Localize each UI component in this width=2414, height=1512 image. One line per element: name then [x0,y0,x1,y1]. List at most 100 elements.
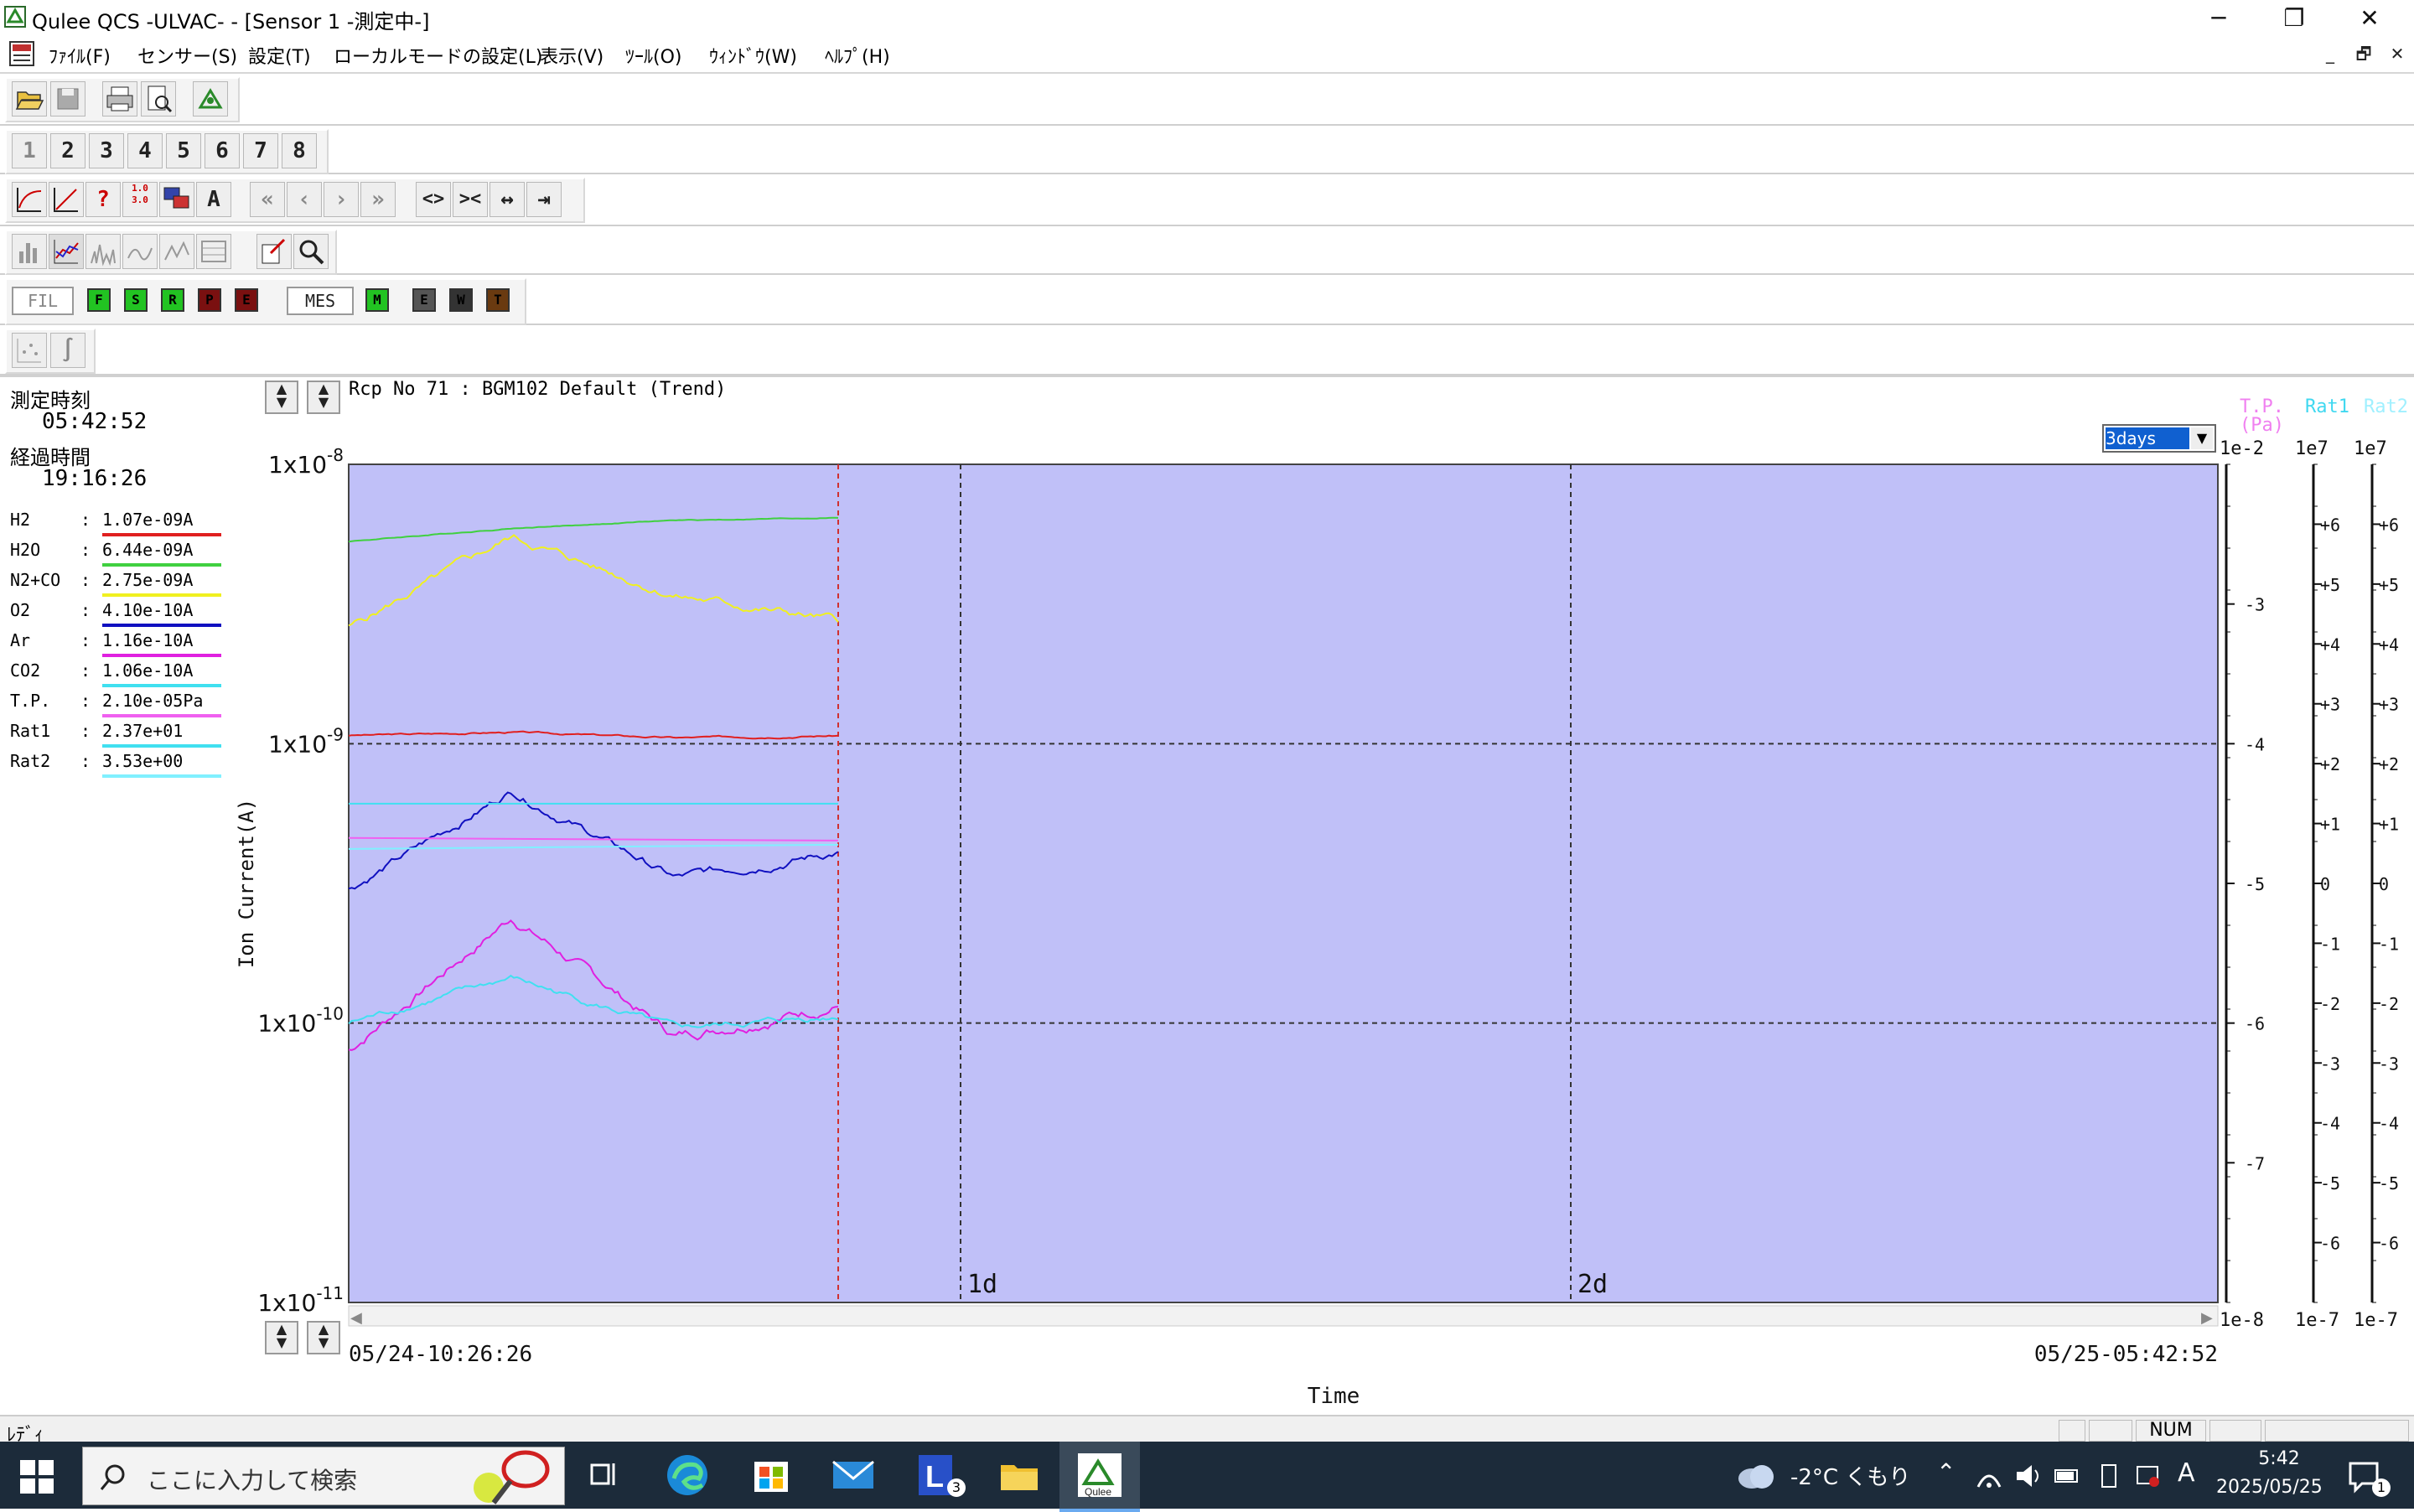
close-button[interactable]: ✕ [2332,0,2407,37]
minimize-button[interactable]: ─ [2181,0,2256,37]
rat1-tick-label: +4 [2320,634,2340,655]
taskbar: ここに入力して検索 L 3 Qulee -2°C くもり ⌃ A 5:42 20… [0,1442,2414,1512]
channel-2-button[interactable]: 2 [50,133,85,168]
channel-8-button[interactable]: 8 [282,133,317,168]
ime-indicator[interactable]: A [2178,1458,2195,1488]
open-button[interactable] [12,81,47,117]
channel-color-line [102,774,221,778]
scroll-end-button[interactable]: ⇥ [526,182,562,217]
bar-plot-button[interactable] [12,234,47,269]
mail-icon[interactable] [828,1450,878,1500]
lamp-w: W [449,288,473,312]
next-page-button[interactable]: › [324,182,359,217]
qulee-task-button[interactable]: Qulee [1059,1442,1140,1512]
channel-name: H2O [10,540,41,560]
trend-plot-button[interactable] [49,234,84,269]
channel-7-button[interactable]: 7 [243,133,278,168]
text-button[interactable]: A [196,182,231,217]
menu-sensor[interactable]: センサー(S) [137,42,237,69]
file-explorer-icon[interactable] [994,1450,1044,1500]
rat1-axis-bottom: 1e-7 [2295,1310,2339,1331]
weather-text[interactable]: -2°C くもり [1790,1460,1910,1491]
3d-plot-button[interactable] [159,234,194,269]
channel-name: CO2 [10,660,41,681]
help-button[interactable]: ? [85,182,121,217]
channel-6-button[interactable]: 6 [205,133,240,168]
menu-view[interactable]: 表示(V) [540,42,604,69]
menu-settings[interactable]: 設定(T) [248,42,311,69]
analog-plot-button[interactable] [122,234,158,269]
search-placeholder: ここに入力して検索 [147,1467,358,1494]
first-page-button[interactable]: « [250,182,285,217]
mdi-minimize-button[interactable]: _ [2318,42,2342,65]
task-view-icon[interactable] [578,1450,629,1500]
last-page-button[interactable]: » [360,182,396,217]
edge-browser-icon[interactable] [662,1450,712,1500]
windows-start-icon[interactable] [20,1460,54,1494]
menu-help[interactable]: ﾍﾙﾌﾟ(H) [825,42,890,69]
clock-time[interactable]: 5:42 [2233,1448,2325,1469]
channel-color-line [102,684,221,687]
menu-file[interactable]: ﾌｧｲﾙ(F) [49,42,111,69]
channel-colon: : [80,510,91,530]
usb-icon[interactable] [2095,1462,2124,1490]
document-icon [9,41,34,66]
mdi-close-button[interactable]: ✕ [2386,42,2409,65]
graph-toolbar: ? 1.0 3.0 A « ‹ › » <> >< ↔ ⇥ [0,174,2414,226]
channel-value: 1.16e-10A [102,630,194,650]
battery-icon[interactable] [2054,1463,2082,1489]
channel-row: T.P.:2.10e-05Pa [10,691,221,717]
spectrum-plot-button[interactable] [85,234,121,269]
linear-axis-button[interactable] [12,182,47,217]
lamp-r: R [161,288,184,312]
rat1-tick-label: -3 [2320,1054,2340,1074]
status-cell-5 [2265,1420,2409,1442]
rat1-tick-label: -6 [2320,1234,2340,1254]
chevron-up-icon[interactable]: ⌃ [1936,1458,1956,1486]
restore-button[interactable]: ❐ [2256,0,2332,37]
print-preview-button[interactable] [141,81,176,117]
save-button[interactable] [50,81,85,117]
zoom-out-x-button[interactable]: >< [453,182,488,217]
channel-name: N2+CO [10,570,61,590]
sensor-button[interactable] [193,81,228,117]
menu-tools[interactable]: ﾂｰﾙ(O) [625,42,681,69]
menu-local-mode[interactable]: ローカルモードの設定(L) [334,42,542,69]
window-tile-button[interactable] [159,182,194,217]
value-format-button[interactable]: 1.0 3.0 [122,182,158,217]
channel-colon: : [80,600,91,620]
fit-x-button[interactable]: ↔ [490,182,525,217]
channel-1-button[interactable]: 1 [12,133,47,168]
clock-date[interactable]: 2025/05/25 [2216,1477,2323,1498]
spectrum-icon [91,244,116,267]
channel-3-button[interactable]: 3 [89,133,124,168]
rat2-tick-label: 0 [2379,874,2389,894]
print-button[interactable] [102,81,137,117]
plot-type-toolbar [0,226,2414,275]
trend-graph-area: ▲ ▼ ▲ ▼ Rcp No 71 : BGM102 Default (Trend)… [228,377,2414,1416]
export-button[interactable] [256,234,292,269]
taskbar-search[interactable]: ここに入力して検索 [82,1447,565,1505]
prev-page-button[interactable]: ‹ [287,182,322,217]
store-icon[interactable] [746,1450,796,1500]
title-bar: Qulee QCS -ULVAC- - [Sensor 1 -測定中-] ─ ❐… [0,0,2414,37]
channel-4-button[interactable]: 4 [127,133,163,168]
log-axis-button[interactable] [49,182,84,217]
volume-icon[interactable] [2013,1462,2042,1490]
integral-button[interactable]: ∫ [50,333,85,368]
file-toolbar-group [5,77,240,122]
network-icon[interactable] [1975,1462,2003,1490]
menu-window[interactable]: ｳｨﾝﾄﾞｳ(W) [709,42,797,69]
zoom-in-x-button[interactable]: <> [416,182,451,217]
mdi-restore-button[interactable]: 🗗 [2352,42,2375,65]
lamp-e2: E [412,288,436,312]
x-scale-spin-up[interactable]: ▲ ▼ [265,1321,298,1354]
channel-5-button[interactable]: 5 [166,133,201,168]
x-scale-spin-down[interactable]: ▲ ▼ [307,1321,340,1354]
zoom-button[interactable] [293,234,329,269]
security-icon[interactable] [2134,1462,2163,1490]
table-plot-button[interactable] [196,234,231,269]
channel-value: 1.07e-09A [102,510,194,530]
analog-icon [127,247,153,261]
scatter-button[interactable] [12,333,47,368]
